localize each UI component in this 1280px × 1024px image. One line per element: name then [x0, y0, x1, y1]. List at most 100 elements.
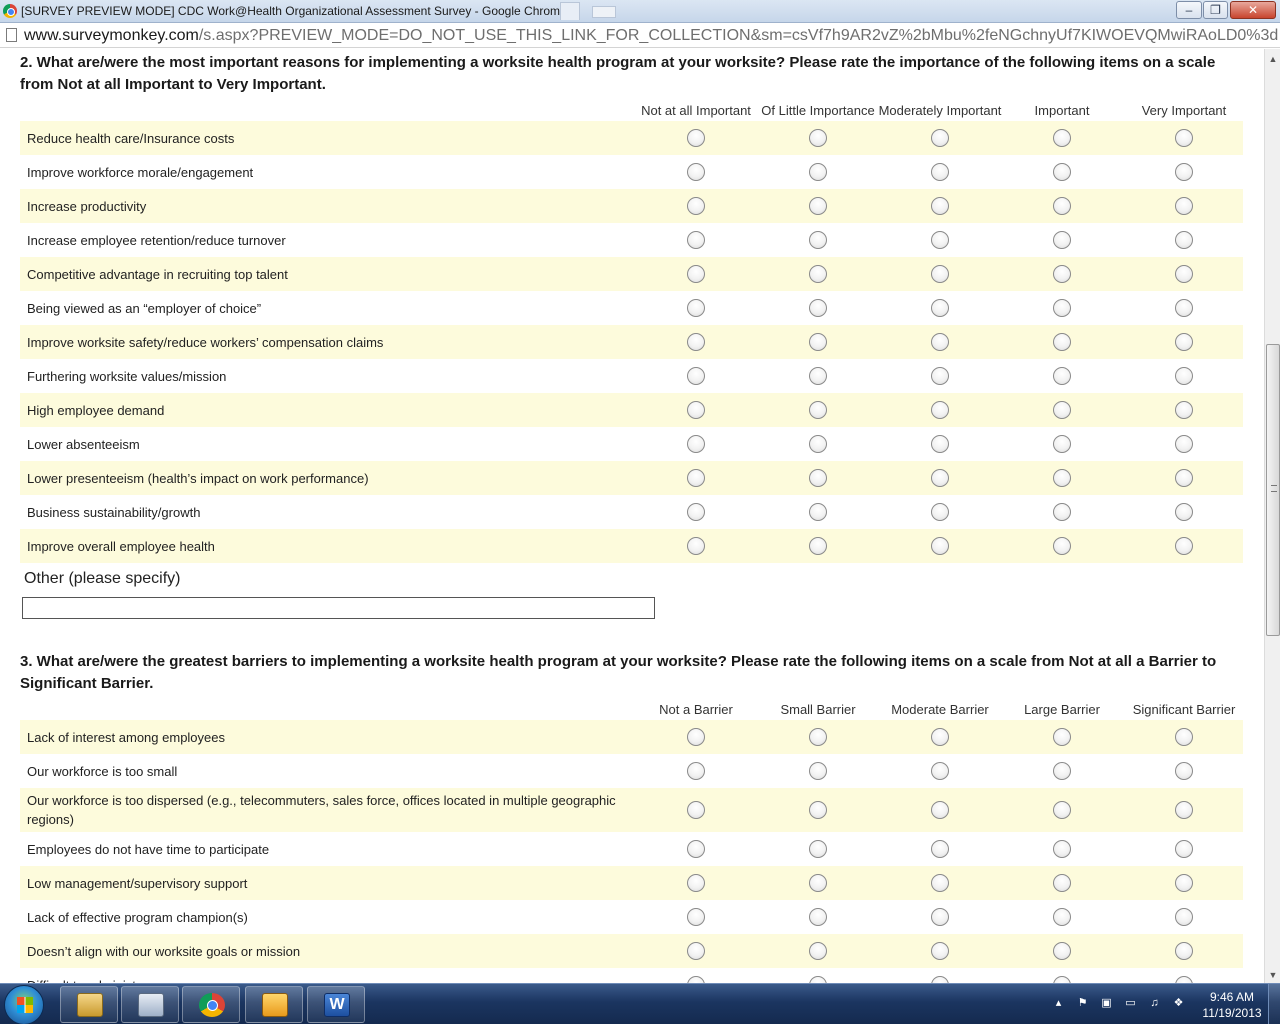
radio-button[interactable]	[1053, 197, 1071, 215]
radio-button[interactable]	[687, 163, 705, 181]
radio-button[interactable]	[1053, 469, 1071, 487]
radio-button[interactable]	[1053, 762, 1071, 780]
address-bar[interactable]: www.surveymonkey.com/s.aspx?PREVIEW_MODE…	[0, 23, 1280, 48]
radio-button[interactable]	[687, 728, 705, 746]
start-button[interactable]	[4, 985, 44, 1024]
radio-button[interactable]	[1175, 197, 1193, 215]
radio-button[interactable]	[1053, 435, 1071, 453]
radio-button[interactable]	[687, 367, 705, 385]
radio-button[interactable]	[931, 367, 949, 385]
show-hidden-icons-icon[interactable]: ▴	[1052, 997, 1065, 1010]
maximize-button[interactable]: ❐	[1203, 1, 1228, 19]
radio-button[interactable]	[1053, 163, 1071, 181]
radio-button[interactable]	[687, 976, 705, 983]
radio-button[interactable]	[809, 367, 827, 385]
taskbar-word-button[interactable]: W	[307, 986, 365, 1023]
radio-button[interactable]	[931, 333, 949, 351]
radio-button[interactable]	[931, 299, 949, 317]
radio-button[interactable]	[687, 840, 705, 858]
radio-button[interactable]	[809, 801, 827, 819]
radio-button[interactable]	[809, 874, 827, 892]
scroll-thumb[interactable]	[1266, 344, 1280, 636]
radio-button[interactable]	[1053, 976, 1071, 983]
radio-button[interactable]	[1053, 231, 1071, 249]
radio-button[interactable]	[1053, 129, 1071, 147]
radio-button[interactable]	[1175, 537, 1193, 555]
radio-button[interactable]	[809, 333, 827, 351]
minimize-button[interactable]: –	[1176, 1, 1202, 19]
radio-button[interactable]	[809, 762, 827, 780]
action-center-icon[interactable]: ⚑	[1076, 997, 1089, 1010]
radio-button[interactable]	[931, 435, 949, 453]
radio-button[interactable]	[1175, 367, 1193, 385]
taskbar-calculator-button[interactable]	[121, 986, 179, 1023]
radio-button[interactable]	[931, 163, 949, 181]
radio-button[interactable]	[809, 469, 827, 487]
taskbar-outlook-button[interactable]	[245, 986, 303, 1023]
radio-button[interactable]	[687, 129, 705, 147]
radio-button[interactable]	[687, 801, 705, 819]
show-desktop-button[interactable]	[1268, 984, 1280, 1024]
radio-button[interactable]	[809, 231, 827, 249]
radio-button[interactable]	[687, 469, 705, 487]
scroll-up-icon[interactable]: ▲	[1265, 51, 1280, 67]
radio-button[interactable]	[809, 728, 827, 746]
radio-button[interactable]	[931, 976, 949, 983]
url-text[interactable]: www.surveymonkey.com/s.aspx?PREVIEW_MODE…	[24, 27, 1278, 45]
radio-button[interactable]	[687, 231, 705, 249]
radio-button[interactable]	[687, 537, 705, 555]
radio-button[interactable]	[1175, 299, 1193, 317]
radio-button[interactable]	[1053, 874, 1071, 892]
radio-button[interactable]	[931, 503, 949, 521]
clock[interactable]: 9:46 AM 11/19/2013	[1196, 989, 1268, 1021]
radio-button[interactable]	[1175, 942, 1193, 960]
radio-button[interactable]	[809, 435, 827, 453]
radio-button[interactable]	[1175, 908, 1193, 926]
radio-button[interactable]	[931, 908, 949, 926]
radio-button[interactable]	[1053, 728, 1071, 746]
radio-button[interactable]	[1175, 435, 1193, 453]
radio-button[interactable]	[1053, 265, 1071, 283]
network-icon[interactable]: ▭	[1124, 997, 1137, 1010]
radio-button[interactable]	[809, 401, 827, 419]
taskbar-explorer-button[interactable]	[60, 986, 118, 1023]
new-tab-button[interactable]	[560, 2, 580, 20]
radio-button[interactable]	[1175, 728, 1193, 746]
radio-button[interactable]	[931, 401, 949, 419]
radio-button[interactable]	[809, 537, 827, 555]
radio-button[interactable]	[809, 197, 827, 215]
radio-button[interactable]	[1175, 976, 1193, 983]
radio-button[interactable]	[687, 197, 705, 215]
radio-button[interactable]	[1175, 231, 1193, 249]
radio-button[interactable]	[687, 435, 705, 453]
radio-button[interactable]	[1175, 503, 1193, 521]
taskbar-chrome-button[interactable]	[182, 986, 240, 1023]
radio-button[interactable]	[687, 333, 705, 351]
radio-button[interactable]	[809, 265, 827, 283]
radio-button[interactable]	[931, 728, 949, 746]
radio-button[interactable]	[1053, 908, 1071, 926]
radio-button[interactable]	[1053, 367, 1071, 385]
radio-button[interactable]	[1053, 333, 1071, 351]
close-button[interactable]: ✕	[1230, 1, 1276, 19]
radio-button[interactable]	[931, 801, 949, 819]
radio-button[interactable]	[1175, 401, 1193, 419]
dropbox-icon[interactable]: ❖	[1172, 997, 1185, 1010]
radio-button[interactable]	[687, 299, 705, 317]
radio-button[interactable]	[809, 129, 827, 147]
radio-button[interactable]	[931, 762, 949, 780]
radio-button[interactable]	[687, 503, 705, 521]
radio-button[interactable]	[687, 762, 705, 780]
radio-button[interactable]	[1175, 163, 1193, 181]
radio-button[interactable]	[687, 874, 705, 892]
radio-button[interactable]	[687, 265, 705, 283]
volume-icon[interactable]: ♫	[1148, 997, 1161, 1010]
radio-button[interactable]	[931, 265, 949, 283]
radio-button[interactable]	[809, 840, 827, 858]
radio-button[interactable]	[931, 197, 949, 215]
radio-button[interactable]	[1175, 801, 1193, 819]
radio-button[interactable]	[809, 942, 827, 960]
radio-button[interactable]	[931, 537, 949, 555]
radio-button[interactable]	[1175, 874, 1193, 892]
vertical-scrollbar[interactable]: ▲ ▼	[1264, 49, 1280, 983]
